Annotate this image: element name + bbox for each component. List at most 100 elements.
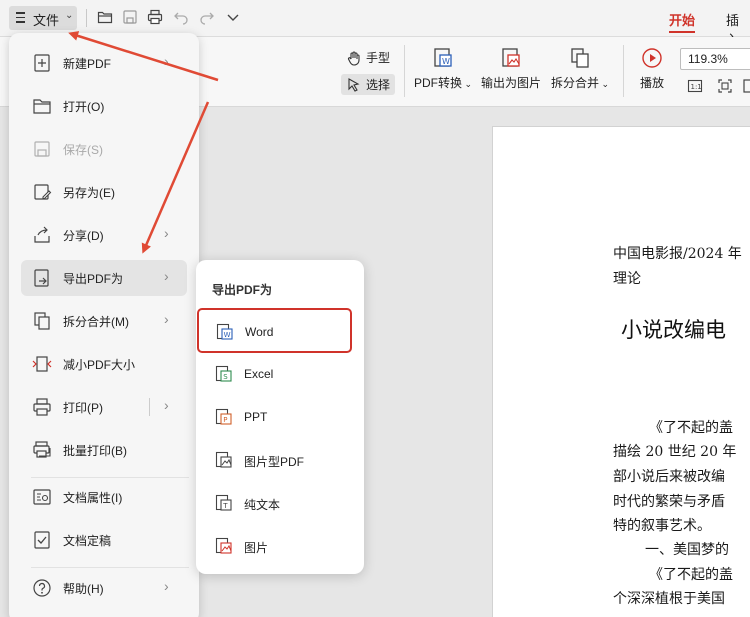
redo-icon[interactable] (199, 9, 215, 25)
menu-item-label: 分享(D) (63, 229, 104, 243)
active-tab-indicator (669, 31, 695, 33)
menu-item-help[interactable]: 帮助(H) › (21, 570, 187, 606)
fit-width-icon[interactable] (737, 76, 750, 96)
menu-item-label: 减小PDF大小 (63, 358, 136, 372)
tab-start[interactable]: 开始 (669, 10, 695, 29)
doc-paragraph-line: 特的叙事艺术。 (613, 518, 711, 534)
more-dropdown-icon[interactable] (225, 9, 241, 25)
export-image-icon (500, 47, 522, 69)
export-image-option[interactable]: 图片 (204, 527, 354, 565)
image-pdf-icon (215, 451, 233, 469)
hand-tool-button[interactable]: 手型 (341, 47, 395, 68)
excel-icon: S (215, 365, 233, 383)
play-icon (641, 47, 663, 69)
export-image-button[interactable]: 输出为图片 (481, 47, 541, 91)
menu-item-print[interactable]: 打印(P) › (21, 389, 187, 425)
export-image-label: 输出为图片 (481, 76, 542, 90)
svg-text:T: T (222, 502, 228, 510)
menu-item-split-merge[interactable]: 拆分合并(M) › (21, 303, 187, 339)
image-icon (215, 537, 233, 555)
new-pdf-icon (32, 53, 52, 73)
play-button[interactable]: 播放 (640, 47, 664, 91)
file-menu-label: 文件 (33, 13, 60, 28)
doc-paragraph-line: 描绘 20 世纪 20 年 (613, 444, 737, 460)
split-merge-icon (569, 47, 591, 69)
zoom-input[interactable]: 119.3% (680, 48, 750, 70)
export-pdf-icon (32, 268, 52, 288)
svg-text:W: W (224, 331, 231, 339)
save-as-icon (32, 182, 52, 202)
submenu-item-label: 纯文本 (244, 498, 281, 512)
ribbon-divider (404, 45, 405, 97)
chevron-right-icon[interactable]: › (164, 397, 169, 413)
doc-paragraph-line: 部小说后来被改编 (613, 469, 725, 485)
menu-item-share[interactable]: 分享(D) › (21, 217, 187, 253)
split-merge-icon (32, 311, 52, 331)
menu-item-label: 新建PDF (63, 57, 112, 71)
open-folder-icon (32, 96, 52, 116)
submenu-title: 导出PDF为 (212, 283, 273, 297)
submenu-item-label: Word (245, 325, 274, 339)
split-merge-label: 拆分合并 (551, 76, 600, 90)
menu-divider (31, 477, 189, 478)
pdf-convert-button[interactable]: W PDF转换 ⌄ (414, 47, 472, 91)
svg-text:1:1: 1:1 (691, 83, 702, 91)
hand-tool-label: 手型 (366, 51, 391, 65)
share-icon (32, 225, 52, 245)
open-folder-icon[interactable] (97, 9, 113, 25)
menu-item-compress[interactable]: 减小PDF大小 (21, 346, 187, 382)
doc-section-heading: 一、美国梦的 (645, 542, 729, 558)
chevron-right-icon: › (164, 268, 169, 284)
doc-title: 小说改编电 (621, 318, 726, 342)
play-label: 播放 (640, 76, 665, 90)
menu-item-save[interactable]: 保存(S) (21, 131, 187, 167)
print-icon (32, 397, 52, 417)
menu-item-label: 另存为(E) (63, 186, 115, 200)
menu-item-label: 保存(S) (63, 143, 103, 157)
save-icon (32, 139, 52, 159)
export-image-pdf-option[interactable]: 图片型PDF (204, 441, 354, 479)
chevron-right-icon: › (164, 225, 169, 241)
export-plain-text-option[interactable]: T 纯文本 (204, 484, 354, 522)
chevron-right-icon: › (164, 578, 169, 594)
submenu-item-label: PPT (244, 410, 268, 424)
select-tool-button[interactable]: 选择 (341, 74, 396, 95)
menu-item-label: 打印(P) (63, 401, 103, 415)
split-merge-button[interactable]: 拆分合并 ⌄ (551, 47, 609, 91)
chevron-down-icon: ⌄ (65, 10, 74, 21)
menu-item-export-pdf[interactable]: 导出PDF为 › (21, 260, 187, 296)
menu-item-finalize[interactable]: 文档定稿 (21, 522, 187, 558)
file-menu-button[interactable]: 文件 ⌄ (9, 6, 77, 30)
export-excel-option[interactable]: S Excel (204, 355, 354, 393)
menu-item-doc-properties[interactable]: 文档属性(I) (21, 479, 187, 515)
menu-item-label: 批量打印(B) (63, 444, 127, 458)
select-tool-label: 选择 (366, 78, 391, 92)
menu-item-open[interactable]: 打开(O) (21, 88, 187, 124)
doc-header-line: 中国电影报/2024 年 (613, 246, 742, 262)
hand-icon (347, 50, 360, 66)
doc-properties-icon (32, 487, 52, 507)
menu-item-label: 文档定稿 (63, 534, 112, 548)
undo-icon[interactable] (173, 9, 189, 25)
pdf-convert-label: PDF转换 (414, 76, 463, 90)
doc-paragraph-line: 《了不起的盖 (649, 567, 733, 583)
menu-divider (31, 567, 189, 568)
hamburger-icon (16, 12, 25, 24)
chevron-right-icon: › (164, 53, 169, 69)
submenu-item-label: Excel (244, 367, 274, 381)
fit-page-icon[interactable] (712, 76, 738, 96)
actual-size-icon[interactable]: 1:1 (682, 76, 708, 96)
finalize-icon (32, 530, 52, 550)
menu-item-batch-print[interactable]: 批量打印(B) (21, 432, 187, 468)
menu-item-save-as[interactable]: 另存为(E) (21, 174, 187, 210)
menu-item-label: 拆分合并(M) (63, 315, 129, 329)
menu-item-new-pdf[interactable]: 新建PDF › (21, 45, 187, 81)
doc-paragraph-line: 时代的繁荣与矛盾 (613, 494, 725, 510)
save-icon[interactable] (122, 9, 138, 25)
print-icon[interactable] (147, 9, 163, 25)
svg-text:P: P (223, 416, 227, 424)
svg-text:W: W (442, 57, 450, 66)
export-word-option[interactable]: W Word (197, 308, 352, 353)
export-ppt-option[interactable]: P PPT (204, 398, 354, 436)
help-icon (32, 578, 52, 598)
